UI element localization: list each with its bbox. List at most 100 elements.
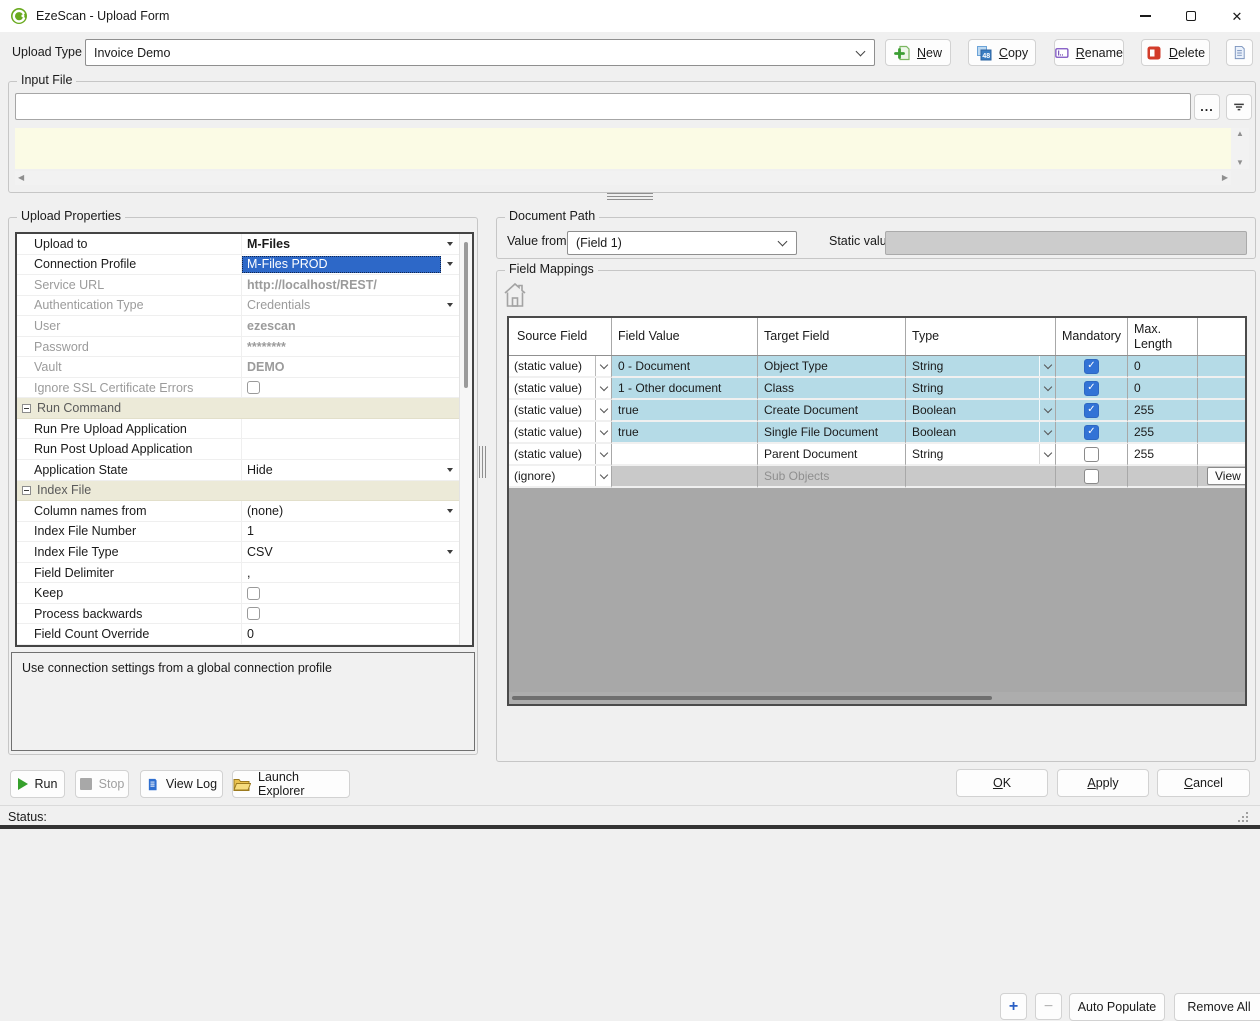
source-field-select[interactable]: (ignore) <box>509 466 612 488</box>
property-value[interactable]: M-Files PROD <box>242 256 441 274</box>
property-row-process-backwards[interactable]: Process backwards <box>17 604 459 625</box>
dropdown-arrow-icon[interactable] <box>441 460 459 480</box>
property-row-ignore-ssl-certificate-errors[interactable]: Ignore SSL Certificate Errors <box>17 378 459 399</box>
dropdown-arrow-icon[interactable] <box>441 234 459 254</box>
property-row-authentication-type[interactable]: Authentication TypeCredentials <box>17 296 459 317</box>
max-length-cell[interactable] <box>1128 466 1198 488</box>
value-from-select[interactable]: (Field 1) <box>567 231 797 255</box>
target-field-cell[interactable]: Object Type <box>758 356 906 378</box>
new-button[interactable]: New <box>885 39 951 66</box>
run-button[interactable]: Run <box>10 770 65 798</box>
maximize-button[interactable] <box>1168 0 1214 32</box>
scroll-up-icon[interactable]: ▲ <box>1236 130 1244 138</box>
max-length-cell[interactable]: 0 <box>1128 378 1198 400</box>
upload-type-select[interactable]: Invoice Demo <box>85 39 875 66</box>
property-row-upload-to[interactable]: Upload toM-Files <box>17 234 459 255</box>
source-field-select[interactable]: (static value) <box>509 356 612 378</box>
target-field-cell[interactable]: Single File Document <box>758 422 906 444</box>
file-list-horizontal-scrollbar[interactable]: ◀ ▶ <box>15 171 1231 185</box>
property-value[interactable]: http://localhost/REST/ <box>242 275 441 295</box>
property-row-user[interactable]: Userezescan <box>17 316 459 337</box>
type-select[interactable]: String <box>906 444 1056 466</box>
property-value[interactable]: , <box>242 563 441 583</box>
browse-button[interactable]: ... <box>1194 94 1220 120</box>
property-value[interactable] <box>242 439 441 459</box>
property-row-service-url[interactable]: Service URLhttp://localhost/REST/ <box>17 275 459 296</box>
property-value[interactable] <box>242 604 441 624</box>
property-row-column-names-from[interactable]: Column names from(none) <box>17 501 459 522</box>
checkbox-checked[interactable]: ✓ <box>1084 403 1099 418</box>
source-field-select[interactable]: (static value) <box>509 378 612 400</box>
collapse-icon[interactable] <box>22 486 31 495</box>
max-length-cell[interactable]: 255 <box>1128 444 1198 466</box>
property-row-run-post-upload-application[interactable]: Run Post Upload Application <box>17 439 459 460</box>
max-length-cell[interactable]: 255 <box>1128 400 1198 422</box>
checkbox-unchecked[interactable] <box>247 381 260 394</box>
property-row-application-state[interactable]: Application StateHide <box>17 460 459 481</box>
property-value[interactable]: CSV <box>242 542 441 562</box>
type-select[interactable]: String <box>906 356 1056 378</box>
property-row-field-delimiter[interactable]: Field Delimiter, <box>17 563 459 584</box>
view-button[interactable]: View <box>1207 467 1245 485</box>
scroll-left-icon[interactable]: ◀ <box>18 174 24 182</box>
view-log-button[interactable]: View Log <box>140 770 223 798</box>
stop-button[interactable]: Stop <box>75 770 129 798</box>
target-field-cell[interactable]: Class <box>758 378 906 400</box>
minimize-button[interactable] <box>1122 0 1168 32</box>
property-value[interactable]: 0 <box>242 624 441 644</box>
home-icon[interactable] <box>503 281 527 311</box>
field-value-cell[interactable]: true <box>612 400 758 422</box>
property-grid-scrollbar[interactable] <box>459 234 472 645</box>
file-list-vertical-scrollbar[interactable]: ▲ ▼ <box>1231 128 1249 169</box>
property-row-run-command[interactable]: Run Command <box>17 398 459 419</box>
property-row-run-pre-upload-application[interactable]: Run Pre Upload Application <box>17 419 459 440</box>
close-button[interactable]: ✕ <box>1214 0 1260 32</box>
rename-button[interactable]: I.. Rename <box>1054 39 1124 66</box>
target-field-cell[interactable]: Create Document <box>758 400 906 422</box>
vertical-splitter-handle[interactable] <box>479 446 488 478</box>
collapse-icon[interactable] <box>22 404 31 413</box>
property-value[interactable]: Hide <box>242 460 441 480</box>
checkbox-checked[interactable]: ✓ <box>1084 425 1099 440</box>
source-field-select[interactable]: (static value) <box>509 400 612 422</box>
property-row-index-file[interactable]: Index File <box>17 481 459 502</box>
scroll-right-icon[interactable]: ▶ <box>1222 174 1228 182</box>
property-value[interactable]: DEMO <box>242 357 441 377</box>
property-row-password[interactable]: Password******** <box>17 337 459 358</box>
scrollbar-thumb[interactable] <box>464 242 468 388</box>
property-row-index-file-type[interactable]: Index File TypeCSV <box>17 542 459 563</box>
property-value[interactable]: M-Files <box>242 234 441 254</box>
property-row-vault[interactable]: VaultDEMO <box>17 357 459 378</box>
property-row-index-file-number[interactable]: Index File Number1 <box>17 522 459 543</box>
property-value[interactable] <box>242 419 441 439</box>
add-row-button[interactable]: + <box>1000 993 1027 1020</box>
property-value[interactable]: 1 <box>242 522 441 542</box>
apply-button[interactable]: Apply <box>1057 769 1149 797</box>
checkbox-checked[interactable]: ✓ <box>1084 359 1099 374</box>
source-field-select[interactable]: (static value) <box>509 444 612 466</box>
field-value-cell[interactable]: 0 - Document <box>612 356 758 378</box>
property-value[interactable] <box>242 378 441 398</box>
type-select[interactable] <box>906 466 1056 488</box>
field-value-cell[interactable] <box>612 444 758 466</box>
remove-all-button[interactable]: Remove All <box>1174 993 1260 1021</box>
target-field-cell[interactable]: Parent Document <box>758 444 906 466</box>
resize-grip[interactable] <box>1238 812 1250 824</box>
document-properties-button[interactable] <box>1226 39 1253 66</box>
max-length-cell[interactable]: 0 <box>1128 356 1198 378</box>
input-file-field[interactable] <box>15 93 1191 120</box>
field-value-cell[interactable] <box>612 466 758 488</box>
copy-button[interactable]: 48 Copy <box>968 39 1036 66</box>
checkbox-checked[interactable]: ✓ <box>1084 381 1099 396</box>
field-value-cell[interactable]: 1 - Other document <box>612 378 758 400</box>
cancel-button[interactable]: Cancel <box>1157 769 1250 797</box>
dropdown-arrow-icon[interactable] <box>441 255 459 275</box>
field-value-cell[interactable]: true <box>612 422 758 444</box>
horizontal-splitter-handle[interactable] <box>607 193 653 202</box>
remove-row-button[interactable]: − <box>1035 993 1062 1020</box>
property-value[interactable]: Credentials <box>242 296 441 316</box>
property-row-keep[interactable]: Keep <box>17 583 459 604</box>
dropdown-arrow-icon[interactable] <box>441 542 459 562</box>
dropdown-arrow-icon[interactable] <box>441 296 459 316</box>
property-row-field-count-override[interactable]: Field Count Override0 <box>17 624 459 645</box>
